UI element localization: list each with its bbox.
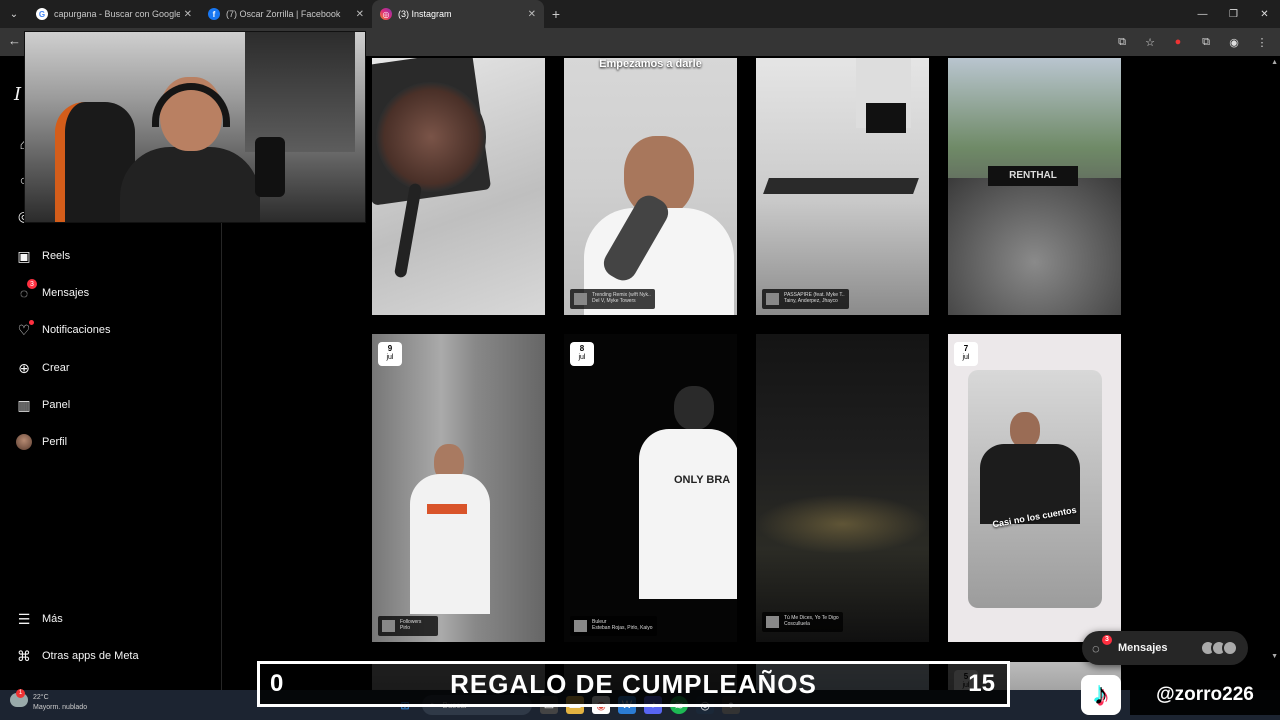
tab-title: (7) Oscar Zorrilla | Facebook xyxy=(226,9,341,19)
webcam-overlay xyxy=(24,31,366,223)
story-text: ONLY BRA xyxy=(674,474,731,486)
music-tag: PASSAPIRE (feat. Myke T.. Tainy, Anderpez… xyxy=(762,289,849,309)
sidebar-item-crear[interactable]: ⊕ Crear xyxy=(14,356,70,380)
goal-title: REGALO DE CUMPLEAÑOS xyxy=(450,669,817,699)
goal-target-count: 15 xyxy=(968,670,995,697)
story-tile[interactable]: 9 jul Followers Pirlo xyxy=(372,334,545,642)
tab-title: (3) Instagram xyxy=(398,9,452,19)
browser-menu-icon[interactable]: ⋮ xyxy=(1252,32,1272,52)
story-tile[interactable]: RENTHAL xyxy=(948,58,1121,315)
messages-floating-button[interactable]: ◌ 3 Mensajes xyxy=(1082,631,1248,665)
close-tab-icon[interactable]: ✕ xyxy=(356,9,364,20)
meta-apps-icon: ⌘ xyxy=(17,647,31,664)
conversation-avatars xyxy=(1200,640,1238,656)
tiktok-handle: @zorro226 xyxy=(1130,675,1280,715)
music-tag: Trending Remix (w/ft Nyk.. Del V, Myke To… xyxy=(570,289,655,309)
weather-widget[interactable]: 1 22°C Mayorm. nublado xyxy=(10,689,87,713)
scrollbar-up-arrow[interactable]: ▲ xyxy=(1271,59,1278,66)
story-text: Empezamos a darle xyxy=(599,58,702,70)
sidebar-item-mas[interactable]: ☰ Más xyxy=(14,607,63,631)
notification-badge: 3 xyxy=(1102,634,1112,645)
google-icon: G xyxy=(36,8,48,20)
close-tab-icon[interactable]: ✕ xyxy=(528,9,536,20)
tiktok-logo-icon: ♪ xyxy=(1081,675,1121,715)
tab-title: capurgana - Buscar con Google xyxy=(54,9,180,19)
instagram-icon: ◎ xyxy=(380,8,392,20)
avatar xyxy=(16,434,32,450)
facebook-icon: f xyxy=(208,8,220,20)
sidebar-item-label: Panel xyxy=(42,399,71,411)
tab-search-chevron-icon[interactable]: ⌄ xyxy=(0,0,28,28)
tab-google[interactable]: G capurgana - Buscar con Google ✕ xyxy=(28,0,200,28)
messages-label: Mensajes xyxy=(1118,642,1168,654)
sidebar-item-reels[interactable]: ▣ Reels xyxy=(14,244,70,268)
close-window-button[interactable]: ✕ xyxy=(1249,0,1280,28)
date-badge: 8 jul xyxy=(570,342,594,366)
sidebar-item-notificaciones[interactable]: ♡ Notificaciones xyxy=(14,318,110,342)
tab-instagram[interactable]: ◎ (3) Instagram ✕ xyxy=(372,0,544,28)
restore-button[interactable]: ❐ xyxy=(1218,0,1249,28)
bookmark-star-icon[interactable]: ☆ xyxy=(1140,32,1160,52)
date-badge: 7 jul xyxy=(954,342,978,366)
stories-archive-grid: Empezamos a darle Trending Remix (w/ft N… xyxy=(366,56,1272,720)
music-tag: Followers Pirlo xyxy=(378,616,438,636)
sidebar-item-label: Otras apps de Meta xyxy=(42,650,139,662)
sidebar-item-label: Perfil xyxy=(42,436,68,448)
new-tab-button[interactable]: + xyxy=(544,6,568,22)
stream-goal-overlay: 0 REGALO DE CUMPLEAÑOS 15 xyxy=(257,661,1010,707)
story-text: RENTHAL xyxy=(988,166,1078,186)
messenger-icon: ◌ 3 xyxy=(14,279,37,303)
instagram-logo[interactable]: I xyxy=(14,82,21,106)
music-tag: Tú Me Dices, Yo Te Digo Cosculluela xyxy=(762,612,843,632)
sidebar-item-label: Mensajes xyxy=(42,287,90,299)
music-tag: Buleur Esteban Rojas, Pirlo, Kaiyo xyxy=(570,616,657,636)
profile-avatar-icon[interactable]: ◉ xyxy=(1224,32,1244,52)
messenger-icon: ◌ 3 xyxy=(1092,634,1112,656)
close-tab-icon[interactable]: ✕ xyxy=(184,9,192,20)
story-tile[interactable]: 7 jul Casi no los cuentos xyxy=(948,334,1121,642)
sidebar-item-label: Más xyxy=(42,613,63,625)
sidebar-item-label: Notificaciones xyxy=(42,324,111,336)
date-badge: 9 jul xyxy=(378,342,402,366)
story-tile[interactable]: Tú Me Dices, Yo Te Digo Cosculluela xyxy=(756,334,929,642)
window-controls: — ❐ ✕ xyxy=(1187,0,1280,28)
heart-icon: ♡ xyxy=(14,320,34,340)
sidebar-item-label: Reels xyxy=(42,250,71,262)
sidebar-item-panel[interactable]: ▥ Panel xyxy=(14,393,70,417)
scrollbar-down-arrow[interactable]: ▼ xyxy=(1271,653,1278,660)
story-tile[interactable]: PASSAPIRE (feat. Myke T.. Tainy, Anderpez… xyxy=(756,58,929,315)
notification-dot xyxy=(29,320,34,325)
story-tile[interactable]: Empezamos a darle Trending Remix (w/ft N… xyxy=(564,58,737,315)
notification-badge: 3 xyxy=(27,279,37,289)
browser-tab-bar: ⌄ G capurgana - Buscar con Google ✕ f (7… xyxy=(0,0,1280,28)
cloud-icon: 1 xyxy=(10,689,28,707)
plus-square-icon: ⊕ xyxy=(18,359,30,376)
back-arrow-icon[interactable]: ← xyxy=(8,33,21,48)
story-tile[interactable] xyxy=(372,58,545,315)
sidebar-item-mensajes[interactable]: ◌ 3 Mensajes xyxy=(14,279,90,305)
extension-red-icon[interactable]: ● xyxy=(1168,32,1188,52)
story-tile[interactable]: 8 jul ONLY BRA Buleur Esteban Rojas, Pirlo… xyxy=(564,334,737,642)
cast-icon[interactable]: ⧉ xyxy=(1112,32,1132,52)
sidebar-item-label: Crear xyxy=(42,362,70,374)
chart-icon: ▥ xyxy=(17,396,31,413)
reels-icon: ▣ xyxy=(17,247,31,264)
extensions-puzzle-icon[interactable]: ⧉ xyxy=(1196,32,1216,52)
browser-toolbar: ⧉ ☆ ● ⧉ ◉ ⋮ xyxy=(1112,32,1272,52)
sidebar-item-perfil[interactable]: Perfil xyxy=(14,430,67,454)
minimize-button[interactable]: — xyxy=(1187,0,1218,28)
sidebar-item-otras-apps-de-meta[interactable]: ⌘ Otras apps de Meta xyxy=(14,644,139,668)
tab-facebook[interactable]: f (7) Oscar Zorrilla | Facebook ✕ xyxy=(200,0,372,28)
menu-icon: ☰ xyxy=(17,610,31,627)
